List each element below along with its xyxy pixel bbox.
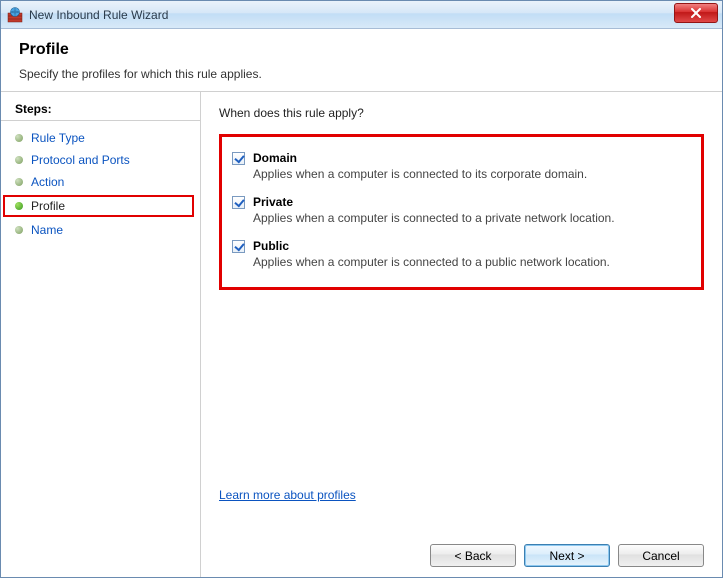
step-name[interactable]: Name (1, 219, 200, 241)
checkbox-public[interactable] (232, 240, 245, 253)
option-public: Public Applies when a computer is connec… (226, 239, 685, 269)
option-label: Public (253, 239, 610, 253)
next-button[interactable]: Next > (524, 544, 610, 567)
content-question: When does this rule apply? (219, 106, 704, 120)
step-bullet-icon (15, 226, 23, 234)
option-description: Applies when a computer is connected to … (253, 211, 615, 225)
step-label: Rule Type (31, 131, 85, 145)
wizard-window: New Inbound Rule Wizard Profile Specify … (0, 0, 723, 578)
firewall-icon (7, 7, 23, 23)
option-description: Applies when a computer is connected to … (253, 255, 610, 269)
step-action[interactable]: Action (1, 171, 200, 193)
profile-options-group: Domain Applies when a computer is connec… (219, 134, 704, 290)
content-panel: When does this rule apply? Domain Applie… (201, 92, 722, 577)
step-bullet-icon (15, 134, 23, 142)
option-label: Private (253, 195, 615, 209)
steps-heading: Steps: (1, 100, 200, 121)
step-profile[interactable]: Profile (3, 195, 194, 217)
wizard-body: Steps: Rule Type Protocol and Ports Acti… (1, 92, 722, 577)
page-subtitle: Specify the profiles for which this rule… (19, 67, 704, 81)
option-private: Private Applies when a computer is conne… (226, 195, 685, 225)
step-bullet-icon (15, 178, 23, 186)
checkbox-private[interactable] (232, 196, 245, 209)
window-title: New Inbound Rule Wizard (29, 8, 168, 22)
option-label: Domain (253, 151, 587, 165)
titlebar[interactable]: New Inbound Rule Wizard (1, 1, 722, 29)
option-description: Applies when a computer is connected to … (253, 167, 587, 181)
close-button[interactable] (674, 3, 718, 23)
steps-sidebar: Steps: Rule Type Protocol and Ports Acti… (1, 92, 201, 577)
step-protocol-ports[interactable]: Protocol and Ports (1, 149, 200, 171)
step-bullet-icon (15, 156, 23, 164)
checkbox-domain[interactable] (232, 152, 245, 165)
step-rule-type[interactable]: Rule Type (1, 127, 200, 149)
learn-more-link[interactable]: Learn more about profiles (219, 488, 704, 502)
cancel-button[interactable]: Cancel (618, 544, 704, 567)
option-domain: Domain Applies when a computer is connec… (226, 151, 685, 181)
wizard-buttons: < Back Next > Cancel (219, 536, 704, 567)
step-label: Action (31, 175, 64, 189)
wizard-header: Profile Specify the profiles for which t… (1, 29, 722, 92)
step-label: Profile (31, 199, 65, 213)
back-button[interactable]: < Back (430, 544, 516, 567)
step-bullet-icon (15, 202, 23, 210)
step-label: Protocol and Ports (31, 153, 130, 167)
step-label: Name (31, 223, 63, 237)
close-icon (690, 8, 702, 18)
page-title: Profile (19, 41, 704, 59)
